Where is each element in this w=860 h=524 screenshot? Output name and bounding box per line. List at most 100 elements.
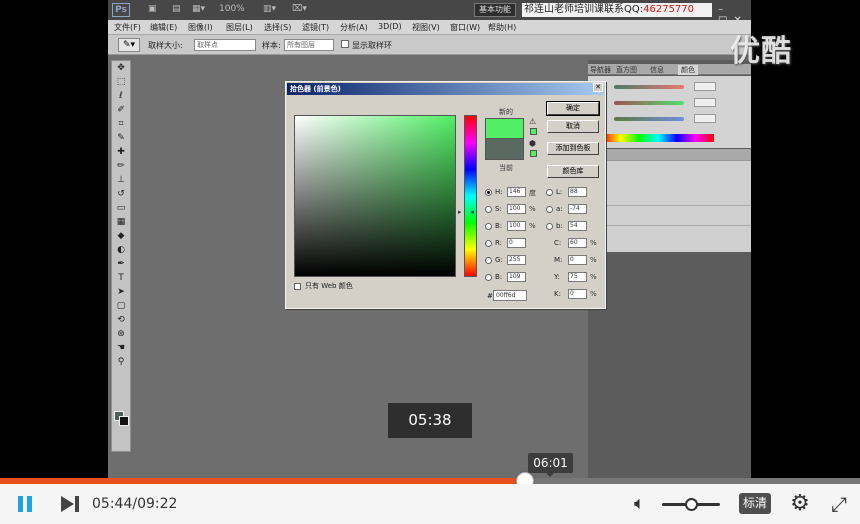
color-picker-dialog: 拾色器 (前景色) ✕ ▸ ◂ 新的 当前 ⚠ ⬢ 确定 取消 添加到色板 颜色… bbox=[285, 81, 606, 309]
workspace-button: 基本功能 bbox=[474, 3, 516, 17]
info-divider bbox=[588, 225, 751, 226]
qq-banner: 祁连山老师培训课联系QQ:46275770 bbox=[522, 3, 712, 17]
k-label: K: bbox=[554, 290, 561, 298]
b-unit: % bbox=[529, 222, 536, 230]
menu-filter: 滤镜(T) bbox=[302, 23, 330, 32]
tab-color: 颜色 bbox=[678, 65, 698, 75]
menu-edit: 编辑(E) bbox=[150, 23, 178, 32]
color-panel: R G B bbox=[588, 76, 751, 148]
eraser-tool-icon: ▭ bbox=[116, 203, 126, 213]
panel-tabs: 导航器 直方图 信息 颜色 bbox=[588, 64, 751, 75]
path-select-icon: ➤ bbox=[117, 287, 125, 297]
hex-input: 00ff6d bbox=[493, 290, 527, 301]
volume-thumb[interactable] bbox=[685, 498, 698, 511]
volume-slider[interactable] bbox=[662, 498, 720, 511]
crop-tool-icon: ⌗ bbox=[118, 119, 124, 129]
y-input: 75 bbox=[568, 272, 587, 282]
h-unit: 度 bbox=[529, 189, 536, 197]
picker-title: 拾色器 (前景色) bbox=[287, 83, 604, 95]
sample-label: 样本: bbox=[262, 41, 281, 50]
m-label: M: bbox=[554, 256, 563, 264]
g-field: G: 255 bbox=[485, 255, 545, 266]
r-label: R: bbox=[495, 239, 503, 247]
zoom-tool-icon: ⚲ bbox=[117, 357, 125, 367]
b-label: B: bbox=[495, 222, 503, 230]
ok-button: 确定 bbox=[546, 101, 600, 116]
show-ring-label: 显示取样环 bbox=[352, 41, 392, 50]
lasso-tool-icon: ℓ bbox=[119, 91, 123, 101]
volume-icon[interactable]: 🔈︎ bbox=[634, 494, 656, 514]
bridge-icon: ▣ bbox=[148, 4, 157, 14]
gradient-tool-icon: ▦ bbox=[116, 217, 126, 227]
hex-label: # bbox=[487, 292, 493, 300]
mini-bridge-icon: ▤ bbox=[172, 4, 181, 14]
l-radio bbox=[546, 189, 553, 196]
b-track bbox=[614, 117, 684, 121]
s-radio bbox=[485, 206, 492, 213]
a-input: -74 bbox=[568, 204, 587, 214]
g-label: G: bbox=[495, 256, 503, 264]
qq-number: 46275770 bbox=[643, 4, 695, 15]
gamut-warning-icon: ⚠ bbox=[529, 117, 537, 126]
g-value bbox=[694, 98, 716, 107]
c-field: C: 60 % bbox=[554, 238, 606, 249]
menu-3d: 3D(D) bbox=[378, 22, 402, 31]
menu-analysis: 分析(A) bbox=[340, 23, 368, 32]
lab-b-field: b: 54 bbox=[546, 221, 606, 232]
hue-marker-icon: ▸ ◂ bbox=[458, 208, 474, 216]
youku-watermark: 优酷 bbox=[730, 34, 792, 69]
hue-slider bbox=[464, 115, 477, 277]
b-value bbox=[694, 114, 716, 123]
gear-icon[interactable]: ⚙ bbox=[788, 492, 812, 516]
menu-select: 选择(S) bbox=[264, 23, 292, 32]
g-input: 255 bbox=[507, 255, 526, 265]
quality-button[interactable]: 标清 bbox=[739, 493, 771, 514]
brush-tool-icon: ✏ bbox=[117, 161, 125, 171]
color-field bbox=[294, 115, 456, 277]
shape-tool-icon: ▢ bbox=[116, 301, 126, 311]
ps-logo: Ps bbox=[112, 3, 130, 17]
c-unit: % bbox=[590, 239, 597, 247]
a-field: a: -74 bbox=[546, 204, 606, 215]
cancel-button: 取消 bbox=[547, 120, 599, 133]
h-field: H: 146 度 bbox=[485, 187, 545, 198]
ps-menu-bar: 文件(F) 编辑(E) 图像(I) 图层(L) 选择(S) 滤镜(T) 分析(A… bbox=[108, 20, 751, 35]
add-to-swatches-button: 添加到色板 bbox=[547, 142, 599, 155]
sample-size-label: 取样大小: bbox=[148, 41, 183, 50]
g-slider: G bbox=[602, 97, 732, 108]
fullscreen-icon[interactable]: ⤢ bbox=[828, 493, 850, 515]
r-value bbox=[694, 82, 716, 91]
next-icon[interactable] bbox=[61, 496, 81, 512]
gamut-swatch bbox=[530, 128, 537, 135]
info-panel bbox=[588, 160, 751, 252]
r-track bbox=[614, 85, 684, 89]
l-input: 88 bbox=[568, 187, 587, 197]
b-input: 100 bbox=[507, 221, 526, 231]
time-display: 05:44/09:22 bbox=[92, 496, 178, 512]
b-radio bbox=[485, 223, 492, 230]
seek-preview-time: 05:38 bbox=[388, 403, 472, 438]
tab-navigator: 导航器 bbox=[590, 66, 611, 74]
close-icon: ✕ bbox=[593, 83, 603, 92]
pause-icon[interactable] bbox=[17, 496, 33, 512]
y-label: Y: bbox=[554, 273, 560, 281]
l-field: L: 88 bbox=[546, 187, 606, 198]
s-label: S: bbox=[495, 205, 502, 213]
b-field: B: 100 % bbox=[485, 221, 545, 232]
s-input: 100 bbox=[507, 204, 526, 214]
tab-info: 信息 bbox=[650, 66, 664, 74]
y-unit: % bbox=[590, 273, 597, 281]
blue-label: B: bbox=[495, 273, 503, 281]
menu-view: 视图(V) bbox=[412, 23, 440, 32]
marquee-tool-icon: ⬚ bbox=[116, 77, 126, 87]
zoom-level: 100% bbox=[219, 4, 245, 14]
b-slider: B bbox=[602, 113, 732, 124]
l-label: L: bbox=[556, 188, 563, 196]
info-divider bbox=[588, 205, 751, 206]
blue-input: 109 bbox=[507, 272, 526, 282]
current-color-label: 当前 bbox=[499, 164, 513, 172]
3d-camera-icon: ⊛ bbox=[117, 329, 125, 339]
lab-b-label: b: bbox=[556, 222, 563, 230]
video-player: Ps ▣ ▤ ▦▾ 100% ▥▾ ⌧▾ 基本功能 祁连山老师培训课联系QQ:4… bbox=[0, 0, 860, 524]
a-label: a: bbox=[556, 205, 563, 213]
